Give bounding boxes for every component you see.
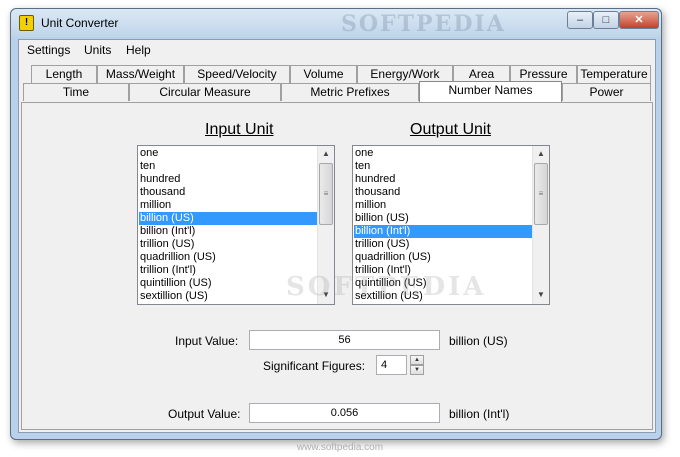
list-item[interactable]: one — [354, 147, 532, 160]
list-item[interactable]: thousand — [139, 186, 317, 199]
scroll-up-icon[interactable]: ▲ — [533, 146, 549, 162]
scroll-thumb[interactable]: ≡ — [534, 163, 548, 225]
scroll-up-icon[interactable]: ▲ — [318, 146, 334, 162]
menu-help[interactable]: Help — [126, 43, 151, 57]
center-watermark: SOFTPEDIA — [286, 272, 487, 302]
significant-figures-stepper[interactable]: ▲ ▼ — [410, 355, 424, 375]
title-bar[interactable]: ! Unit Converter SOFTPEDIA – □ ✕ — [11, 9, 661, 37]
tab-mass-weight[interactable]: Mass/Weight — [97, 65, 184, 83]
app-window: ! Unit Converter SOFTPEDIA – □ ✕ Setting… — [10, 8, 662, 440]
list-item[interactable]: quadrillion (US) — [354, 251, 532, 264]
tab-panel-number-names: Input Unit Output Unit sextillion (US) qu… — [21, 102, 653, 430]
tab-power[interactable]: Power — [562, 83, 651, 101]
list-item[interactable]: billion (US) — [139, 212, 317, 225]
significant-figures-label: Significant Figures: — [263, 359, 366, 373]
list-item[interactable]: one — [139, 147, 317, 160]
tab-metric-prefixes[interactable]: Metric Prefixes — [281, 83, 419, 101]
close-button[interactable]: ✕ — [619, 11, 659, 29]
menu-bar: Settings Units Help — [19, 40, 655, 60]
spin-down-icon[interactable]: ▼ — [410, 365, 424, 375]
spin-up-icon[interactable]: ▲ — [410, 355, 424, 365]
tab-volume[interactable]: Volume — [290, 65, 357, 83]
list-item[interactable]: trillion (US) — [354, 238, 532, 251]
scroll-thumb[interactable]: ≡ — [319, 163, 333, 225]
list-item[interactable]: million — [139, 199, 317, 212]
output-unit-display: billion (Int'l) — [449, 407, 510, 421]
output-list-scrollbar[interactable]: ▲ ≡ ▼ — [532, 146, 549, 304]
tab-time[interactable]: Time — [23, 83, 129, 101]
close-icon: ✕ — [634, 14, 644, 26]
watermark-text: SOFTPEDIA — [341, 11, 506, 37]
list-item[interactable]: million — [354, 199, 532, 212]
input-unit-display: billion (US) — [449, 334, 508, 348]
list-item[interactable]: quadrillion (US) — [139, 251, 317, 264]
tab-circular-measure[interactable]: Circular Measure — [129, 83, 281, 101]
client-area: Settings Units Help Length Mass/Weight S… — [18, 39, 656, 433]
list-item[interactable]: billion (Int'l) — [139, 225, 317, 238]
menu-settings[interactable]: Settings — [27, 43, 70, 57]
tab-length[interactable]: Length — [31, 65, 97, 83]
menu-units[interactable]: Units — [84, 43, 111, 57]
app-logo-icon: ! — [19, 15, 34, 31]
tab-speed-velocity[interactable]: Speed/Velocity — [184, 65, 290, 83]
list-item[interactable]: trillion (US) — [139, 238, 317, 251]
list-item[interactable]: ten — [354, 160, 532, 173]
footer-url: www.softpedia.com — [296, 442, 384, 453]
input-value-field[interactable]: 56 — [249, 330, 440, 350]
input-value-label: Input Value: — [175, 334, 239, 348]
output-value-field[interactable]: 0.056 — [249, 403, 440, 423]
minimize-button[interactable]: – — [567, 11, 593, 29]
minimize-icon: – — [576, 14, 584, 26]
scroll-down-icon[interactable]: ▼ — [533, 287, 549, 303]
list-item[interactable]: ten — [139, 160, 317, 173]
significant-figures-field[interactable]: 4 — [376, 355, 407, 375]
input-unit-heading: Input Unit — [205, 121, 274, 138]
window-title: Unit Converter — [41, 16, 119, 30]
maximize-button[interactable]: □ — [593, 11, 619, 29]
tab-number-names[interactable]: Number Names — [419, 81, 562, 102]
list-item[interactable]: hundred — [354, 173, 532, 186]
list-item[interactable]: billion (Int'l) — [354, 225, 532, 238]
list-item[interactable]: billion (US) — [354, 212, 532, 225]
tab-temperature[interactable]: Temperature — [577, 65, 651, 83]
list-item[interactable]: hundred — [139, 173, 317, 186]
maximize-icon: □ — [602, 14, 610, 26]
output-value-label: Output Value: — [168, 407, 241, 421]
output-unit-heading: Output Unit — [410, 121, 491, 138]
list-item[interactable]: thousand — [354, 186, 532, 199]
